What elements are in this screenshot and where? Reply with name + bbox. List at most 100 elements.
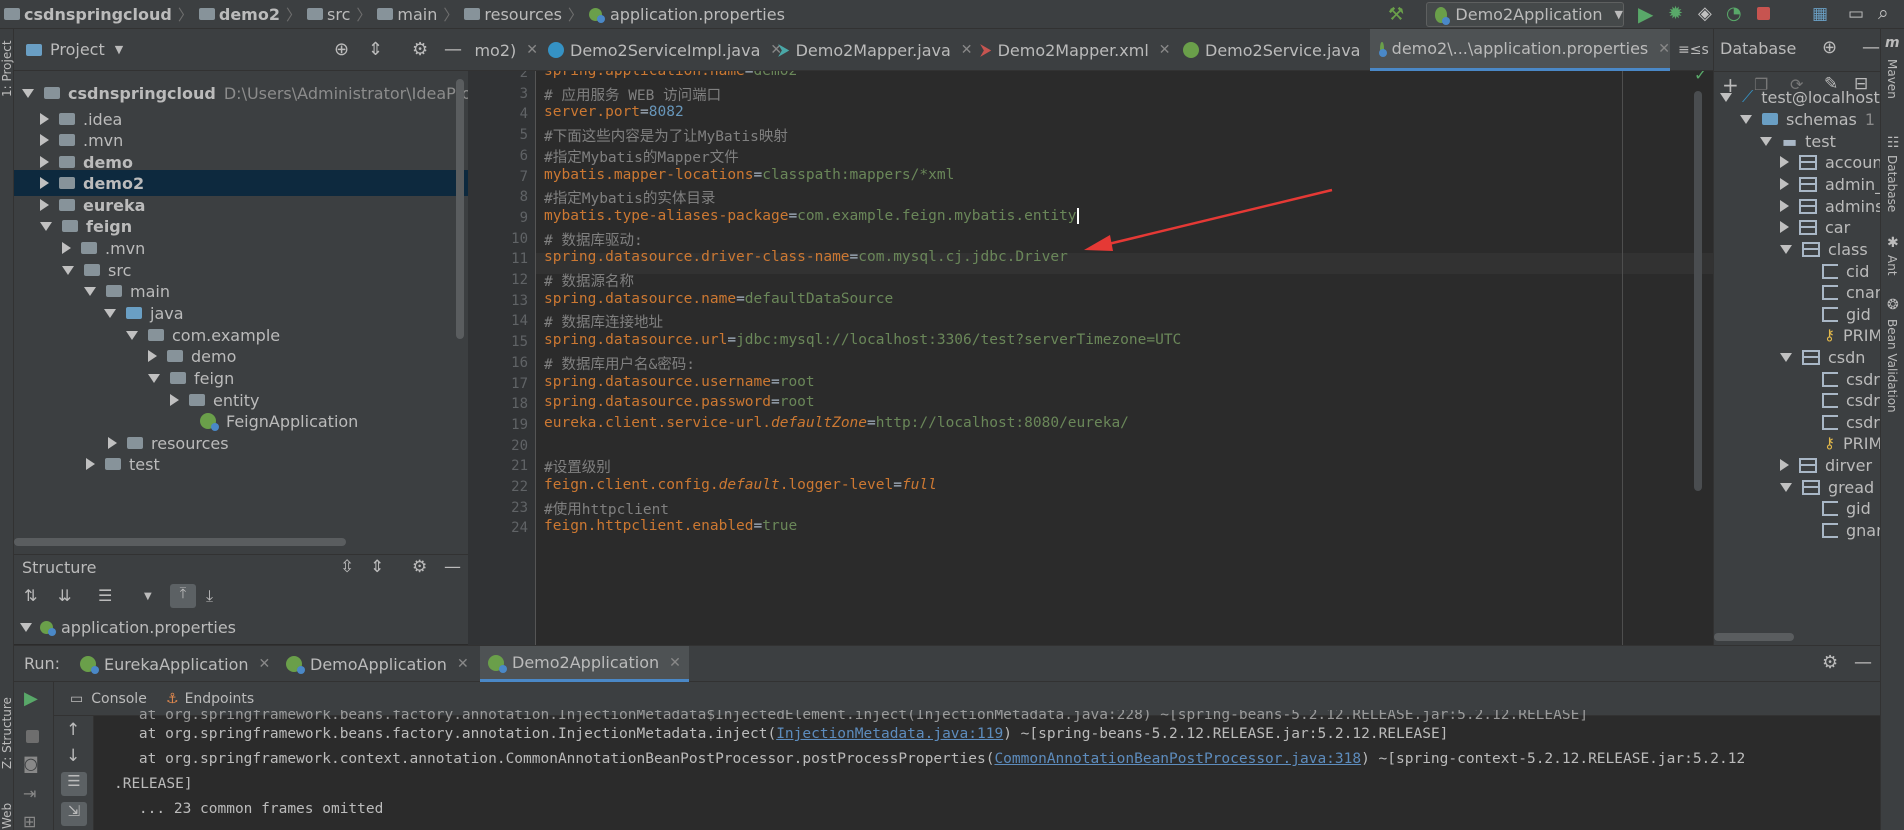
stop-icon[interactable] bbox=[26, 730, 39, 743]
profile-icon[interactable]: ◔ bbox=[1726, 3, 1742, 24]
caret-down-icon[interactable]: ▼ bbox=[115, 43, 123, 56]
collapse-arrow-icon[interactable] bbox=[108, 437, 117, 449]
column-item[interactable]: gnar bbox=[1822, 517, 1880, 543]
tab-overflow-menu[interactable]: ≡≤s bbox=[1678, 29, 1709, 71]
pin-icon[interactable]: ⊞ bbox=[23, 812, 36, 830]
breadcrumb-project[interactable]: csdnspringcloud bbox=[0, 0, 176, 29]
web-tool-button[interactable]: Web bbox=[0, 803, 14, 829]
tree-item[interactable]: test bbox=[86, 451, 160, 477]
collapse-all-icon[interactable]: ⇕ bbox=[368, 39, 383, 60]
close-icon[interactable]: ✕ bbox=[1159, 42, 1171, 58]
run-tab-demo2[interactable]: Demo2Application ✕ bbox=[480, 646, 689, 682]
camera-icon[interactable]: ◙ bbox=[23, 754, 39, 773]
run-tab-eureka[interactable]: EurekaApplication ✕ bbox=[80, 646, 270, 682]
collapse-arrow-icon[interactable] bbox=[1780, 178, 1789, 190]
structure-item[interactable]: application.properties bbox=[20, 614, 236, 640]
source-link[interactable]: CommonAnnotationBeanPostProcessor.java:3… bbox=[994, 751, 1361, 767]
tab-demo2serviceimpl[interactable]: Demo2ServiceImpl.java ✕ bbox=[548, 29, 782, 71]
tab-demo2mapper-java[interactable]: ⮞ Demo2Mapper.java ✕ bbox=[778, 29, 973, 71]
collapse-arrow-icon[interactable] bbox=[1780, 200, 1789, 212]
breadcrumb-src[interactable]: src bbox=[303, 0, 354, 29]
breadcrumb-resources[interactable]: resources bbox=[460, 0, 566, 29]
collapse-arrow-icon[interactable] bbox=[40, 134, 49, 146]
expand-arrow-icon[interactable] bbox=[1760, 136, 1772, 146]
maven-tool-button[interactable]: Maven bbox=[1885, 59, 1899, 99]
collapse-arrow-icon[interactable] bbox=[170, 394, 179, 406]
exit-icon[interactable]: ⇥ bbox=[23, 784, 36, 803]
terminal-icon[interactable]: ▭ bbox=[1848, 4, 1864, 24]
collapse-arrow-icon[interactable] bbox=[40, 177, 49, 189]
collapse-arrow-icon[interactable] bbox=[86, 458, 95, 470]
horizontal-scrollbar[interactable] bbox=[1714, 633, 1794, 641]
project-structure-icon[interactable]: ▦ bbox=[1812, 4, 1828, 24]
tab-application-properties[interactable]: demo2\...\application.properties ✕ bbox=[1370, 29, 1670, 71]
close-icon[interactable]: ✕ bbox=[526, 42, 538, 58]
ant-icon[interactable]: ✱ bbox=[1887, 235, 1899, 251]
expand-arrow-icon[interactable] bbox=[1720, 92, 1732, 102]
structure-tool-button[interactable]: Z: Structure bbox=[0, 697, 14, 769]
run-tab-demo[interactable]: DemoApplication ✕ bbox=[286, 646, 469, 682]
gear-icon[interactable]: ⚙ bbox=[412, 557, 427, 577]
collapse-arrow-icon[interactable] bbox=[1780, 156, 1789, 168]
close-icon[interactable]: ✕ bbox=[961, 42, 973, 58]
expand-arrow-icon[interactable] bbox=[20, 622, 32, 632]
stop-icon[interactable] bbox=[1757, 7, 1770, 20]
gear-icon[interactable]: ⚙ bbox=[1822, 652, 1838, 673]
build-hammer-icon[interactable]: ⚒ bbox=[1388, 4, 1404, 25]
collapse-arrow-icon[interactable] bbox=[40, 113, 49, 125]
run-icon[interactable]: ▶ bbox=[1638, 2, 1653, 26]
expand-arrow-icon[interactable] bbox=[1740, 114, 1752, 124]
close-icon[interactable]: ✕ bbox=[259, 656, 271, 672]
soft-wrap-icon[interactable]: ☰ bbox=[61, 772, 87, 796]
hide-icon[interactable]: — bbox=[444, 39, 462, 60]
hide-icon[interactable]: — bbox=[1854, 652, 1872, 673]
autoscroll-from-source-icon[interactable]: ⤓ bbox=[206, 586, 213, 606]
database-tool-button[interactable]: Database bbox=[1885, 155, 1899, 212]
vertical-scrollbar[interactable] bbox=[456, 79, 464, 339]
tab-demo2service[interactable]: Demo2Service.java✕ bbox=[1183, 29, 1382, 71]
expand-arrow-icon[interactable] bbox=[40, 221, 52, 231]
expand-arrow-icon[interactable] bbox=[104, 308, 116, 318]
breadcrumb-file[interactable]: application.properties bbox=[585, 0, 789, 29]
expand-arrow-icon[interactable] bbox=[22, 88, 34, 98]
horizontal-scrollbar[interactable] bbox=[14, 538, 346, 546]
caret-down-icon[interactable]: ▼ bbox=[144, 591, 152, 602]
up-arrow-icon[interactable]: ↑ bbox=[66, 720, 80, 740]
code-editor[interactable]: 2 3 4 5 6 7 8 9 10 11 12 13 14 15 16 17 18 19 20 21 22 23 24 ✓… bbox=[468, 71, 1713, 645]
collapse-arrow-icon[interactable] bbox=[148, 350, 157, 362]
project-panel-title[interactable]: Project bbox=[50, 40, 105, 59]
collapse-arrow-icon[interactable] bbox=[1780, 459, 1789, 471]
autoscroll-to-source-icon[interactable]: ⤒ bbox=[170, 584, 196, 608]
down-arrow-icon[interactable]: ↓ bbox=[66, 746, 80, 766]
hide-icon[interactable]: — bbox=[444, 557, 461, 577]
sort-visibility-icon[interactable]: ⇊ bbox=[58, 586, 71, 605]
ant-tool-button[interactable]: Ant bbox=[1885, 255, 1899, 276]
debug-icon[interactable]: ✹ bbox=[1668, 3, 1683, 24]
maven-icon[interactable]: m bbox=[1885, 35, 1900, 51]
coverage-icon[interactable]: ◈ bbox=[1698, 3, 1712, 24]
locate-icon[interactable]: ⊕ bbox=[334, 39, 349, 60]
show-fields-icon[interactable]: ☰ bbox=[98, 586, 112, 605]
close-icon[interactable]: ✕ bbox=[669, 655, 681, 671]
tab-demo2-overflow[interactable]: mo2) ✕ bbox=[468, 29, 538, 71]
scroll-to-end-icon[interactable]: ⇲ bbox=[61, 802, 87, 826]
source-link[interactable]: InjectionMetadata.java:119 bbox=[776, 726, 1003, 742]
project-tool-button[interactable]: 1: Project bbox=[0, 40, 14, 97]
close-icon[interactable]: ✕ bbox=[1658, 41, 1670, 57]
tab-demo2mapper-xml[interactable]: ⮞ Demo2Mapper.xml ✕ bbox=[980, 29, 1171, 71]
collapse-all-icon[interactable]: ⇕ bbox=[370, 557, 384, 577]
tree-root[interactable]: csdnspringcloud D:\Users\Administrator\I… bbox=[22, 80, 523, 106]
collapse-arrow-icon[interactable] bbox=[40, 199, 49, 211]
expand-arrow-icon[interactable] bbox=[148, 373, 160, 383]
bean-validation-icon[interactable]: ❂ bbox=[1887, 297, 1899, 313]
expand-all-icon[interactable]: ⇳ bbox=[340, 557, 354, 577]
expand-arrow-icon[interactable] bbox=[1780, 244, 1792, 254]
collapse-arrow-icon[interactable] bbox=[1780, 221, 1789, 233]
rerun-icon[interactable]: ▶ bbox=[24, 688, 38, 709]
collapse-arrow-icon[interactable] bbox=[40, 156, 49, 168]
expand-arrow-icon[interactable] bbox=[126, 330, 138, 340]
expand-arrow-icon[interactable] bbox=[1780, 482, 1792, 492]
close-icon[interactable]: ✕ bbox=[457, 656, 469, 672]
breadcrumb-module[interactable]: demo2 bbox=[195, 0, 284, 29]
breadcrumb-main[interactable]: main bbox=[373, 0, 441, 29]
